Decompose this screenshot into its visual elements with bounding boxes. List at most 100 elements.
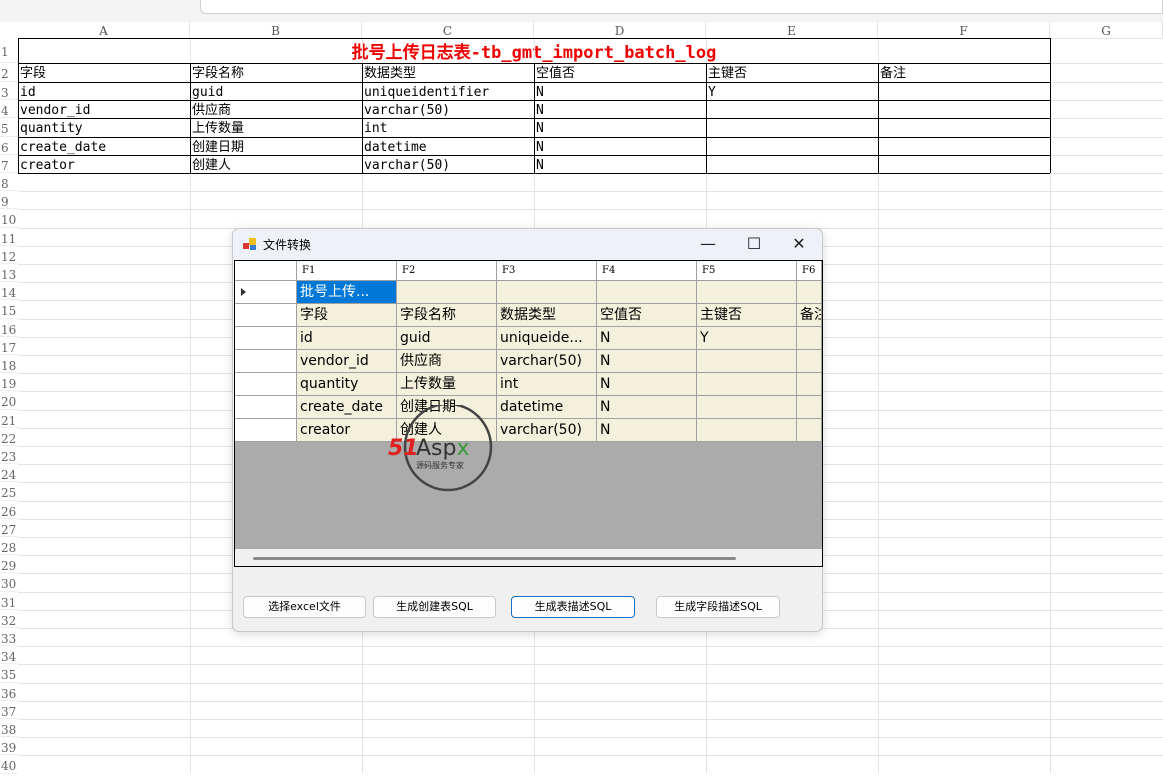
dialog-titlebar[interactable]: 文件转换 — ☐ ✕ bbox=[233, 229, 822, 260]
grid-cell[interactable]: N bbox=[597, 396, 697, 419]
data-cell[interactable]: 上传数量 bbox=[190, 118, 362, 136]
grid-cell[interactable] bbox=[797, 373, 822, 396]
row-header-37[interactable]: 37 bbox=[0, 701, 18, 719]
generate-create-table-sql-button[interactable]: 生成创建表SQL bbox=[373, 596, 496, 618]
grid-cell[interactable] bbox=[697, 419, 797, 442]
grid-cell[interactable]: 供应商 bbox=[397, 350, 497, 373]
grid-cell[interactable]: vendor_id bbox=[297, 350, 397, 373]
data-cell[interactable] bbox=[706, 155, 878, 173]
row-header-25[interactable]: 25 bbox=[0, 482, 18, 501]
grid-cell[interactable]: 空值否 bbox=[597, 304, 697, 327]
grid-cell[interactable]: id bbox=[297, 327, 397, 350]
row-header-22[interactable]: 22 bbox=[0, 428, 18, 446]
header-cell[interactable]: 空值否 bbox=[534, 63, 706, 82]
grid-cell[interactable] bbox=[697, 373, 797, 396]
data-cell[interactable] bbox=[706, 118, 878, 136]
row-header-17[interactable]: 17 bbox=[0, 337, 18, 355]
row-header-36[interactable]: 36 bbox=[0, 683, 18, 701]
grid-cell[interactable]: varchar(50) bbox=[497, 350, 597, 373]
data-cell[interactable]: N bbox=[534, 137, 706, 155]
row-header-32[interactable]: 32 bbox=[0, 610, 18, 628]
data-cell[interactable]: 创建日期 bbox=[190, 137, 362, 155]
grid-row-header[interactable] bbox=[235, 350, 297, 373]
data-cell[interactable]: quantity bbox=[18, 118, 190, 136]
data-cell[interactable] bbox=[878, 155, 1050, 173]
row-header-4[interactable]: 4 bbox=[0, 100, 18, 119]
row-header-8[interactable]: 8 bbox=[0, 173, 18, 192]
grid-row-header[interactable] bbox=[235, 373, 297, 396]
row-header-40[interactable]: 40 bbox=[0, 755, 18, 774]
data-cell[interactable]: N bbox=[534, 155, 706, 173]
data-cell[interactable]: 供应商 bbox=[190, 100, 362, 118]
row-header-20[interactable]: 20 bbox=[0, 391, 18, 410]
grid-cell[interactable]: datetime bbox=[497, 396, 597, 419]
data-cell[interactable]: varchar(50) bbox=[362, 155, 534, 173]
data-cell[interactable]: id bbox=[18, 82, 190, 100]
row-header-13[interactable]: 13 bbox=[0, 264, 18, 283]
grid-row-header[interactable] bbox=[235, 281, 297, 304]
row-header-14[interactable]: 14 bbox=[0, 282, 18, 301]
horizontal-scrollbar[interactable] bbox=[235, 549, 822, 566]
grid-column-header[interactable]: F3 bbox=[497, 261, 597, 281]
data-cell[interactable]: uniqueidentifier bbox=[362, 82, 534, 100]
column-header-F[interactable]: F bbox=[878, 22, 1050, 38]
row-header-39[interactable]: 39 bbox=[0, 737, 18, 756]
row-header-15[interactable]: 15 bbox=[0, 300, 18, 319]
grid-cell[interactable] bbox=[797, 396, 822, 419]
grid-cell[interactable]: create_date bbox=[297, 396, 397, 419]
row-header-5[interactable]: 5 bbox=[0, 118, 18, 137]
grid-cell[interactable]: 创建日期 bbox=[397, 396, 497, 419]
grid-cell[interactable] bbox=[397, 281, 497, 304]
header-cell[interactable]: 备注 bbox=[878, 63, 1050, 82]
grid-column-header[interactable]: F6 bbox=[797, 261, 822, 281]
column-header-G[interactable]: G bbox=[1050, 22, 1163, 38]
row-header-24[interactable]: 24 bbox=[0, 464, 18, 483]
column-header-A[interactable]: A bbox=[18, 22, 190, 38]
grid-cell[interactable] bbox=[697, 281, 797, 304]
data-cell[interactable]: vendor_id bbox=[18, 100, 190, 118]
column-header-E[interactable]: E bbox=[706, 22, 878, 38]
data-cell[interactable]: N bbox=[534, 82, 706, 100]
grid-cell[interactable] bbox=[697, 350, 797, 373]
row-header-23[interactable]: 23 bbox=[0, 446, 18, 465]
grid-cell[interactable]: N bbox=[597, 327, 697, 350]
grid-cell[interactable] bbox=[597, 281, 697, 304]
row-header-10[interactable]: 10 bbox=[0, 209, 18, 228]
grid-cell[interactable]: N bbox=[597, 419, 697, 442]
data-cell[interactable]: create_date bbox=[18, 137, 190, 155]
grid-column-header[interactable]: F5 bbox=[697, 261, 797, 281]
grid-cell[interactable]: Y bbox=[697, 327, 797, 350]
row-header-7[interactable]: 7 bbox=[0, 155, 18, 173]
select-excel-button[interactable]: 选择excel文件 bbox=[243, 596, 366, 618]
column-header-D[interactable]: D bbox=[534, 22, 706, 38]
grid-column-header[interactable]: F1 bbox=[297, 261, 397, 281]
row-header-31[interactable]: 31 bbox=[0, 592, 18, 610]
data-cell[interactable] bbox=[878, 118, 1050, 136]
grid-cell[interactable] bbox=[797, 419, 822, 442]
row-header-38[interactable]: 38 bbox=[0, 719, 18, 738]
grid-cell[interactable]: N bbox=[597, 350, 697, 373]
generate-table-desc-sql-button[interactable]: 生成表描述SQL bbox=[511, 596, 635, 618]
row-header-33[interactable]: 33 bbox=[0, 628, 18, 647]
grid-cell[interactable]: int bbox=[497, 373, 597, 396]
grid-cell[interactable]: varchar(50) bbox=[497, 419, 597, 442]
grid-row-header[interactable] bbox=[235, 327, 297, 350]
row-header-16[interactable]: 16 bbox=[0, 319, 18, 337]
row-header-27[interactable]: 27 bbox=[0, 519, 18, 537]
row-header-18[interactable]: 18 bbox=[0, 355, 18, 374]
row-header-26[interactable]: 26 bbox=[0, 501, 18, 519]
grid-cell[interactable]: guid bbox=[397, 327, 497, 350]
grid-column-header[interactable]: F4 bbox=[597, 261, 697, 281]
data-cell[interactable] bbox=[706, 137, 878, 155]
grid-cell[interactable]: 批号上传... bbox=[297, 281, 397, 304]
data-cell[interactable]: creator bbox=[18, 155, 190, 173]
row-header-34[interactable]: 34 bbox=[0, 646, 18, 665]
row-header-3[interactable]: 3 bbox=[0, 82, 18, 101]
column-header-B[interactable]: B bbox=[190, 22, 362, 38]
grid-cell[interactable]: 主键否 bbox=[697, 304, 797, 327]
data-cell[interactable]: guid bbox=[190, 82, 362, 100]
grid-cell[interactable] bbox=[797, 350, 822, 373]
row-header-6[interactable]: 6 bbox=[0, 137, 18, 155]
row-header-35[interactable]: 35 bbox=[0, 664, 18, 683]
grid-row-header[interactable] bbox=[235, 419, 297, 442]
